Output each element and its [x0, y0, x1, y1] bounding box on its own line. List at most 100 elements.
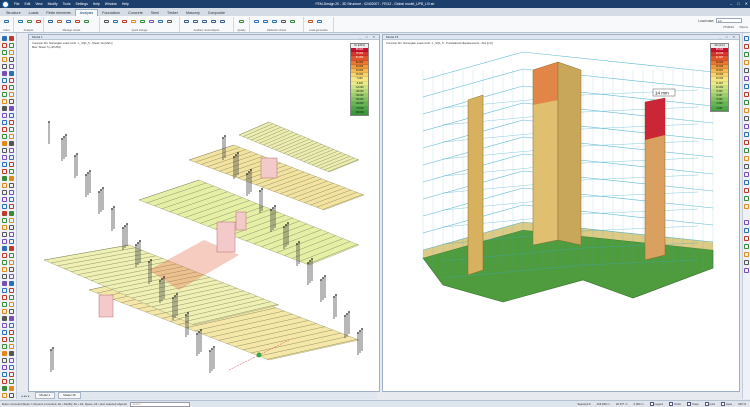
tool-icon[interactable] [9, 316, 14, 321]
tool-icon[interactable] [9, 176, 14, 181]
deflection-settings-icon[interactable] [289, 18, 296, 25]
tool-icon[interactable] [2, 127, 7, 132]
menu-file[interactable]: File [14, 2, 19, 6]
model-tab-nav[interactable]: ◂ ◂ ▸ ▸ [21, 394, 30, 398]
tool-icon[interactable] [2, 169, 7, 174]
tool-icon[interactable] [9, 337, 14, 342]
tool-icon[interactable] [9, 267, 14, 272]
deflection-region-icon[interactable] [271, 18, 278, 25]
tool-icon[interactable] [2, 218, 7, 223]
tool-icon[interactable] [9, 162, 14, 167]
tool-icon[interactable] [9, 372, 14, 377]
tool-icon[interactable] [9, 323, 14, 328]
analysis-settings-icon[interactable] [26, 18, 33, 25]
menu-modify[interactable]: Modify [48, 2, 58, 6]
tool-icon[interactable] [2, 309, 7, 314]
moment-icon[interactable] [148, 18, 155, 25]
tool-icon[interactable] [9, 197, 14, 202]
result-line-icon[interactable] [192, 18, 199, 25]
run-analysis-icon[interactable] [17, 18, 24, 25]
tool-icon[interactable] [9, 253, 14, 258]
tool-icon[interactable] [9, 344, 14, 349]
ortho-toggle[interactable]: Ortho [669, 402, 681, 407]
tool-icon[interactable] [9, 99, 14, 104]
menu-help[interactable]: Help [93, 2, 100, 6]
tool-icon[interactable] [2, 50, 7, 55]
tool-icon[interactable] [9, 141, 14, 146]
tool-icon[interactable] [9, 386, 14, 391]
tool-icon[interactable] [9, 218, 14, 223]
tool-icon[interactable] [9, 330, 14, 335]
tool-icon[interactable] [9, 211, 14, 216]
deflection-list-icon[interactable] [280, 18, 287, 25]
tool-icon[interactable] [2, 57, 7, 62]
view-tool-icon[interactable] [744, 204, 749, 209]
view-tool-icon[interactable] [744, 140, 749, 145]
tool-icon[interactable] [2, 71, 7, 76]
tool-icon[interactable] [2, 162, 7, 167]
tool-icon[interactable] [2, 148, 7, 153]
tool-icon[interactable] [2, 372, 7, 377]
tool-icon[interactable] [9, 190, 14, 195]
tool-icon[interactable] [9, 183, 14, 188]
result-table-icon[interactable] [65, 18, 72, 25]
menu-window[interactable]: Window [105, 2, 117, 6]
load-gen-icon[interactable] [307, 18, 314, 25]
menu-edit[interactable]: Edit [24, 2, 30, 6]
grid-toggle[interactable]: Grid [704, 402, 715, 407]
display-results-icon[interactable] [47, 18, 54, 25]
view-tool-icon[interactable] [744, 148, 749, 153]
app-logo-icon[interactable] [2, 0, 9, 8]
load-comb-icon[interactable] [121, 18, 128, 25]
wind-load-icon[interactable] [316, 18, 323, 25]
tool-icon[interactable] [2, 120, 7, 125]
close-button[interactable]: ✕ [745, 1, 748, 6]
deflection-icon[interactable] [253, 18, 260, 25]
view-tool-icon[interactable] [744, 116, 749, 121]
view-tool-icon[interactable] [744, 260, 749, 265]
tool-icon[interactable] [9, 127, 14, 132]
tool-icon[interactable] [9, 295, 14, 300]
tool-icon[interactable] [2, 106, 7, 111]
displacement-icon[interactable] [157, 18, 164, 25]
tool-icon[interactable] [2, 43, 7, 48]
viewport-model-1[interactable]: Model 1 _ □ ✕ Concrete Shr. Norwegian Lo… [28, 34, 380, 392]
tool-icon[interactable] [2, 190, 7, 195]
tool-icon[interactable] [9, 120, 14, 125]
tool-icon[interactable] [2, 344, 7, 349]
tool-icon[interactable] [2, 204, 7, 209]
tool-icon[interactable] [9, 379, 14, 384]
snap-toggle[interactable]: Snap [687, 402, 699, 407]
shear-icon[interactable] [139, 18, 146, 25]
tool-icon[interactable] [9, 246, 14, 251]
tool-icon[interactable] [2, 85, 7, 90]
zoom-level[interactable]: 100 % [738, 402, 746, 407]
quality-check-icon[interactable] [238, 18, 245, 25]
model-tab-1[interactable]: Model 1 [34, 392, 56, 399]
view-tool-icon[interactable] [744, 100, 749, 105]
tool-icon[interactable] [2, 155, 7, 160]
view-tool-icon[interactable] [744, 172, 749, 177]
tool-icon[interactable] [2, 274, 7, 279]
result-point-icon[interactable] [183, 18, 190, 25]
minimize-button[interactable]: – [730, 1, 732, 6]
tool-icon[interactable] [9, 225, 14, 230]
tool-icon[interactable] [2, 253, 7, 258]
view-tool-icon[interactable] [744, 220, 749, 225]
layers-toggle[interactable]: Layers [649, 402, 663, 407]
tool-icon[interactable] [2, 330, 7, 335]
view-tool-icon[interactable] [744, 68, 749, 73]
tool-icon[interactable] [9, 78, 14, 83]
tool-icon[interactable] [9, 43, 14, 48]
load-case-icon[interactable] [112, 18, 119, 25]
structure-3d-view-right[interactable]: 14 mm [383, 40, 740, 392]
menu-help-2[interactable]: Help [122, 2, 129, 6]
tool-icon[interactable] [2, 134, 7, 139]
tool-icon[interactable] [9, 281, 14, 286]
tool-icon[interactable] [9, 155, 14, 160]
tool-icon[interactable] [9, 64, 14, 69]
tool-icon[interactable] [9, 71, 14, 76]
view-tool-icon[interactable] [744, 108, 749, 113]
model-tab-15[interactable]: Model 15 [58, 392, 81, 399]
view-tool-icon[interactable] [744, 164, 749, 169]
